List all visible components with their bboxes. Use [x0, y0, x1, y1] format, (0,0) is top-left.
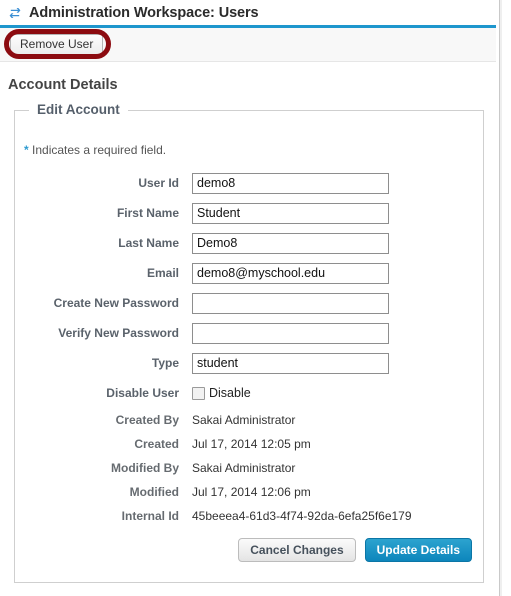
action-toolbar: Remove User: [0, 28, 496, 62]
form-row-disable-user: Disable User Disable: [0, 378, 496, 408]
required-note-text: Indicates a required field.: [28, 143, 167, 157]
label-verify-new-password: Verify New Password: [58, 326, 179, 340]
label-create-new-password: Create New Password: [53, 296, 179, 310]
label-created-by: Created By: [115, 413, 179, 427]
value-modified-by: Sakai Administrator: [192, 461, 296, 475]
form-row-email: Email: [0, 258, 496, 288]
window-right-edge: [496, 0, 511, 596]
cancel-changes-button[interactable]: Cancel Changes: [238, 538, 356, 562]
create-new-password-input[interactable]: [192, 292, 389, 314]
type-input[interactable]: [192, 352, 389, 374]
application-window: Administration Workspace: Users Remove U…: [0, 0, 496, 596]
value-created-by: Sakai Administrator: [192, 413, 296, 427]
label-disable-user: Disable User: [106, 386, 179, 400]
value-internal-id: 45beeea4-61d3-4f74-92da-6efa25f6e179: [192, 509, 412, 523]
account-details-heading: Account Details: [8, 77, 118, 93]
update-details-button[interactable]: Update Details: [364, 538, 472, 562]
label-email: Email: [146, 266, 179, 280]
form-row-modified-by: Modified By Sakai Administrator: [0, 456, 496, 480]
window-border-shadow: [500, 0, 502, 596]
sync-arrows-icon: [9, 7, 21, 18]
form-row-user-id: User Id: [0, 168, 496, 198]
form-row-created: Created Jul 17, 2014 12:05 pm: [0, 432, 496, 456]
label-type: Type: [151, 356, 179, 370]
value-modified: Jul 17, 2014 12:06 pm: [192, 485, 311, 499]
form-row-type: Type: [0, 348, 496, 378]
verify-new-password-input[interactable]: [192, 322, 389, 344]
page-title: Administration Workspace: Users: [29, 4, 259, 21]
disable-user-checkbox-group[interactable]: Disable: [192, 386, 251, 400]
required-field-note: * Indicates a required field.: [24, 143, 166, 157]
form-row-first-name: First Name: [0, 198, 496, 228]
form-row-created-by: Created By Sakai Administrator: [0, 408, 496, 432]
label-user-id: User Id: [138, 176, 179, 190]
email-input[interactable]: [192, 262, 389, 284]
label-first-name: First Name: [116, 206, 179, 220]
form-row-last-name: Last Name: [0, 228, 496, 258]
first-name-input[interactable]: [192, 202, 389, 224]
last-name-input[interactable]: [192, 232, 389, 254]
disable-user-checkbox-label[interactable]: Disable: [209, 386, 251, 400]
edit-account-form: User Id First Name Last Name Email Creat…: [0, 168, 496, 528]
label-last-name: Last Name: [118, 236, 179, 250]
user-id-input[interactable]: [192, 172, 389, 194]
disable-user-checkbox[interactable]: [192, 386, 205, 400]
label-internal-id: Internal Id: [121, 509, 179, 523]
form-row-modified: Modified Jul 17, 2014 12:06 pm: [0, 480, 496, 504]
remove-user-button[interactable]: Remove User: [10, 34, 104, 55]
form-row-internal-id: Internal Id 45beeea4-61d3-4f74-92da-6efa…: [0, 504, 496, 528]
form-row-create-password: Create New Password: [0, 288, 496, 318]
form-row-verify-password: Verify New Password: [0, 318, 496, 348]
label-created: Created: [134, 437, 179, 451]
label-modified-by: Modified By: [111, 461, 179, 475]
page-header: Administration Workspace: Users: [0, 0, 496, 25]
value-created: Jul 17, 2014 12:05 pm: [192, 437, 311, 451]
edit-account-legend: Edit Account: [29, 102, 128, 117]
label-modified: Modified: [129, 485, 179, 499]
form-action-bar: Cancel Changes Update Details: [0, 538, 484, 562]
